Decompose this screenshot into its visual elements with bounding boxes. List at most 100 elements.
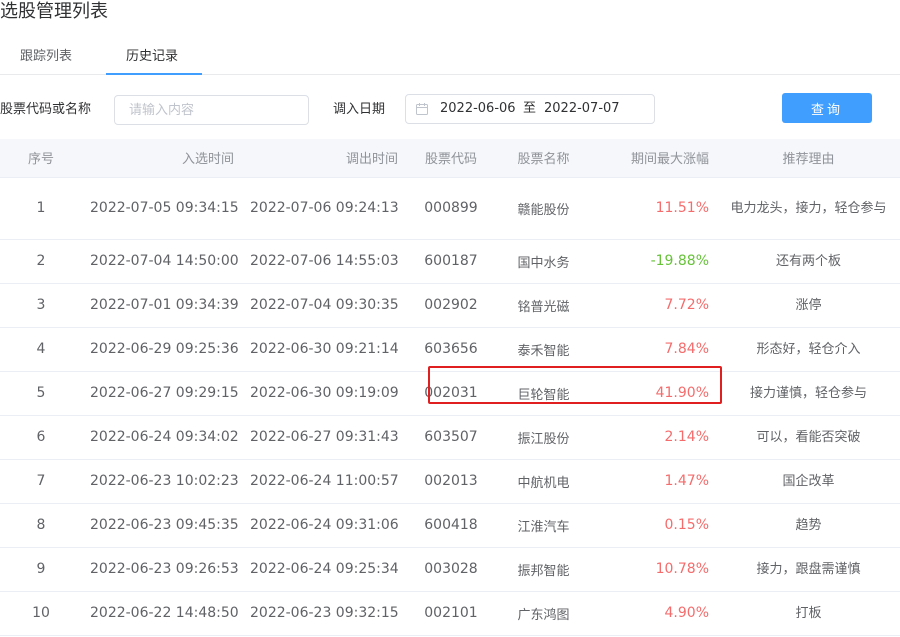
cell-name: 广东鸿图 bbox=[496, 591, 591, 636]
cell-out-time: 2022-06-24 09:31:06 bbox=[242, 503, 406, 548]
table-row[interactable]: 2 2022-07-04 14:50:00 2022-07-06 14:55:0… bbox=[0, 239, 900, 284]
cell-out-time: 2022-06-24 11:00:57 bbox=[242, 459, 406, 504]
tab-tracking-list[interactable]: 跟踪列表 bbox=[20, 38, 72, 76]
cell-max-gain: 1.47% bbox=[591, 459, 717, 504]
table-header-row: 序号 入选时间 调出时间 股票代码 股票名称 期间最大涨幅 推荐理由 bbox=[0, 139, 900, 178]
cell-name: 江淮汽车 bbox=[496, 503, 591, 548]
calendar-icon bbox=[416, 103, 428, 115]
cell-out-time: 2022-07-04 09:30:35 bbox=[242, 283, 406, 328]
header-no[interactable]: 序号 bbox=[0, 139, 82, 178]
cell-max-gain: 11.51% bbox=[591, 177, 717, 240]
cell-code: 002031 bbox=[406, 371, 496, 416]
cell-max-gain: -19.88% bbox=[591, 239, 717, 284]
table-row[interactable]: 8 2022-06-23 09:45:35 2022-06-24 09:31:0… bbox=[0, 503, 900, 548]
cell-name: 国中水务 bbox=[496, 239, 591, 284]
cell-no: 5 bbox=[0, 371, 82, 416]
date-range-separator: 至 bbox=[523, 101, 537, 116]
table-row[interactable]: 10 2022-06-22 14:48:50 2022-06-23 09:32:… bbox=[0, 591, 900, 636]
date-start-value[interactable]: 2022-06-06 bbox=[440, 95, 516, 123]
table-row[interactable]: 1 2022-07-05 09:34:15 2022-07-06 09:24:1… bbox=[0, 177, 900, 240]
cell-no: 1 bbox=[0, 177, 82, 240]
cell-reason: 趋势 bbox=[717, 503, 900, 548]
cell-code: 003028 bbox=[406, 547, 496, 592]
table-row[interactable]: 3 2022-07-01 09:34:39 2022-07-04 09:30:3… bbox=[0, 283, 900, 328]
table-row[interactable]: 4 2022-06-29 09:25:36 2022-06-30 09:21:1… bbox=[0, 327, 900, 372]
date-filter-label: 调入日期 bbox=[333, 102, 386, 117]
date-end-value[interactable]: 2022-07-07 bbox=[544, 95, 620, 123]
cell-code: 600187 bbox=[406, 239, 496, 284]
cell-code: 002101 bbox=[406, 591, 496, 636]
cell-in-time: 2022-07-01 09:34:39 bbox=[82, 283, 242, 328]
cell-max-gain: 0.15% bbox=[591, 503, 717, 548]
cell-in-time: 2022-07-04 14:50:00 bbox=[82, 239, 242, 284]
query-button[interactable]: 查询 bbox=[782, 93, 872, 123]
cell-name: 泰禾智能 bbox=[496, 327, 591, 372]
cell-in-time: 2022-06-23 09:45:35 bbox=[82, 503, 242, 548]
cell-reason: 国企改革 bbox=[717, 459, 900, 504]
cell-no: 4 bbox=[0, 327, 82, 372]
table-row[interactable]: 9 2022-06-23 09:26:53 2022-06-24 09:25:3… bbox=[0, 547, 900, 592]
cell-out-time: 2022-06-30 09:21:14 bbox=[242, 327, 406, 372]
cell-max-gain: 7.72% bbox=[591, 283, 717, 328]
table-row[interactable]: 6 2022-06-24 09:34:02 2022-06-27 09:31:4… bbox=[0, 415, 900, 460]
history-table: 序号 入选时间 调出时间 股票代码 股票名称 期间最大涨幅 推荐理由 1 202… bbox=[0, 139, 900, 636]
cell-max-gain: 2.14% bbox=[591, 415, 717, 460]
cell-out-time: 2022-06-27 09:31:43 bbox=[242, 415, 406, 460]
cell-no: 9 bbox=[0, 547, 82, 592]
cell-in-time: 2022-06-29 09:25:36 bbox=[82, 327, 242, 372]
cell-out-time: 2022-06-30 09:19:09 bbox=[242, 371, 406, 416]
cell-reason: 形态好，轻仓介入 bbox=[717, 327, 900, 372]
cell-name: 赣能股份 bbox=[496, 177, 591, 240]
cell-code: 000899 bbox=[406, 177, 496, 240]
cell-in-time: 2022-06-27 09:29:15 bbox=[82, 371, 242, 416]
cell-code: 600418 bbox=[406, 503, 496, 548]
cell-reason: 还有两个板 bbox=[717, 239, 900, 284]
cell-reason: 打板 bbox=[717, 591, 900, 636]
header-code[interactable]: 股票代码 bbox=[406, 139, 496, 178]
page-title: 选股管理列表 bbox=[0, 1, 108, 22]
header-reason[interactable]: 推荐理由 bbox=[717, 139, 900, 178]
header-out-time[interactable]: 调出时间 bbox=[242, 139, 406, 178]
table-row[interactable]: 5 2022-06-27 09:29:15 2022-06-30 09:19:0… bbox=[0, 371, 900, 416]
cell-code: 603507 bbox=[406, 415, 496, 460]
header-name[interactable]: 股票名称 bbox=[496, 139, 591, 178]
cell-reason: 电力龙头，接力，轻仓参与 bbox=[717, 177, 900, 240]
cell-code: 002013 bbox=[406, 459, 496, 504]
cell-out-time: 2022-07-06 09:24:13 bbox=[242, 177, 406, 240]
tab-active-indicator bbox=[106, 73, 202, 75]
cell-code: 603656 bbox=[406, 327, 496, 372]
cell-out-time: 2022-06-24 09:25:34 bbox=[242, 547, 406, 592]
tab-history[interactable]: 历史记录 bbox=[126, 38, 178, 76]
header-in-time[interactable]: 入选时间 bbox=[82, 139, 242, 178]
date-range-picker[interactable]: 2022-06-06 至 2022-07-07 bbox=[405, 94, 655, 124]
cell-name: 中航机电 bbox=[496, 459, 591, 504]
cell-no: 7 bbox=[0, 459, 82, 504]
cell-no: 3 bbox=[0, 283, 82, 328]
cell-in-time: 2022-06-23 09:26:53 bbox=[82, 547, 242, 592]
tab-bar: 跟踪列表 历史记录 bbox=[0, 38, 900, 76]
cell-name: 振江股份 bbox=[496, 415, 591, 460]
cell-reason: 接力，跟盘需谨慎 bbox=[717, 547, 900, 592]
cell-max-gain: 41.90% bbox=[591, 371, 717, 416]
cell-name: 巨轮智能 bbox=[496, 371, 591, 416]
cell-no: 8 bbox=[0, 503, 82, 548]
stock-search-input[interactable] bbox=[114, 95, 309, 125]
cell-no: 2 bbox=[0, 239, 82, 284]
cell-name: 振邦智能 bbox=[496, 547, 591, 592]
cell-in-time: 2022-07-05 09:34:15 bbox=[82, 177, 242, 240]
cell-no: 10 bbox=[0, 591, 82, 636]
table-row[interactable]: 7 2022-06-23 10:02:23 2022-06-24 11:00:5… bbox=[0, 459, 900, 504]
cell-reason: 涨停 bbox=[717, 283, 900, 328]
cell-in-time: 2022-06-22 14:48:50 bbox=[82, 591, 242, 636]
cell-max-gain: 4.90% bbox=[591, 591, 717, 636]
cell-in-time: 2022-06-24 09:34:02 bbox=[82, 415, 242, 460]
cell-in-time: 2022-06-23 10:02:23 bbox=[82, 459, 242, 504]
cell-max-gain: 7.84% bbox=[591, 327, 717, 372]
cell-out-time: 2022-06-23 09:32:15 bbox=[242, 591, 406, 636]
cell-no: 6 bbox=[0, 415, 82, 460]
cell-out-time: 2022-07-06 14:55:03 bbox=[242, 239, 406, 284]
cell-name: 铭普光磁 bbox=[496, 283, 591, 328]
code-filter-label: 股票代码或名称 bbox=[0, 102, 92, 117]
cell-reason: 可以，看能否突破 bbox=[717, 415, 900, 460]
header-max-gain[interactable]: 期间最大涨幅 bbox=[591, 139, 717, 178]
